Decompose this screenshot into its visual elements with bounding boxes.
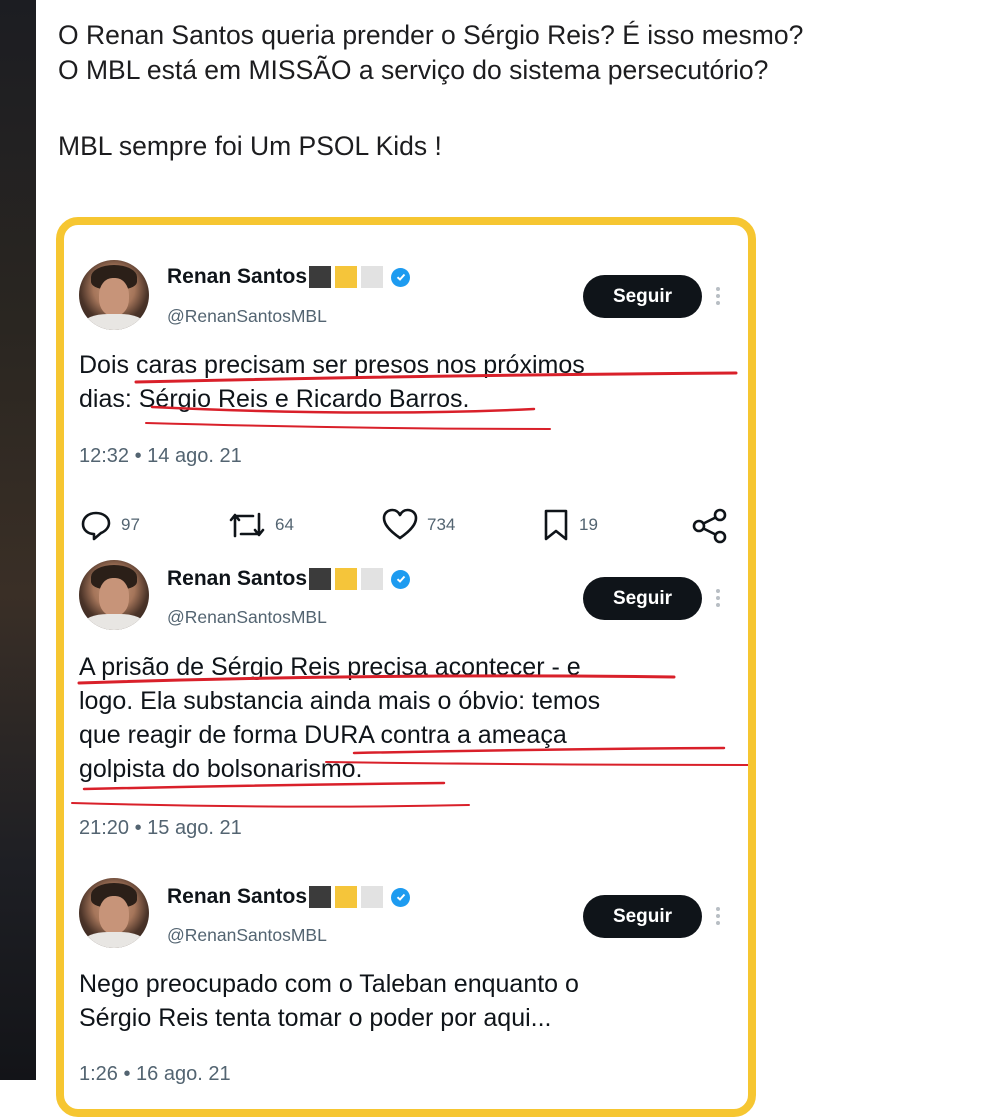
underline-stroke: [77, 674, 676, 685]
underline-stroke: [325, 761, 748, 766]
underline-stroke: [150, 405, 536, 414]
underline-stroke: [352, 746, 726, 755]
underline-stroke: [134, 371, 738, 384]
underline-stroke: [145, 422, 551, 430]
quoted-screenshot-frame: Renan Santos @RenanSantosMBL Seguir Dois…: [56, 217, 756, 1117]
underline-stroke: [82, 781, 446, 791]
post-line-2: O MBL está em MISSÃO a serviço do sistem…: [58, 55, 769, 85]
post-text: O Renan Santos queria prender o Sérgio R…: [58, 18, 988, 164]
red-underline-annotations: [71, 371, 748, 808]
background-strip: [0, 0, 36, 1080]
underline-stroke: [71, 802, 470, 808]
post-line-3: MBL sempre foi Um PSOL Kids !: [58, 131, 442, 161]
post-line-1: O Renan Santos queria prender o Sérgio R…: [58, 20, 804, 50]
